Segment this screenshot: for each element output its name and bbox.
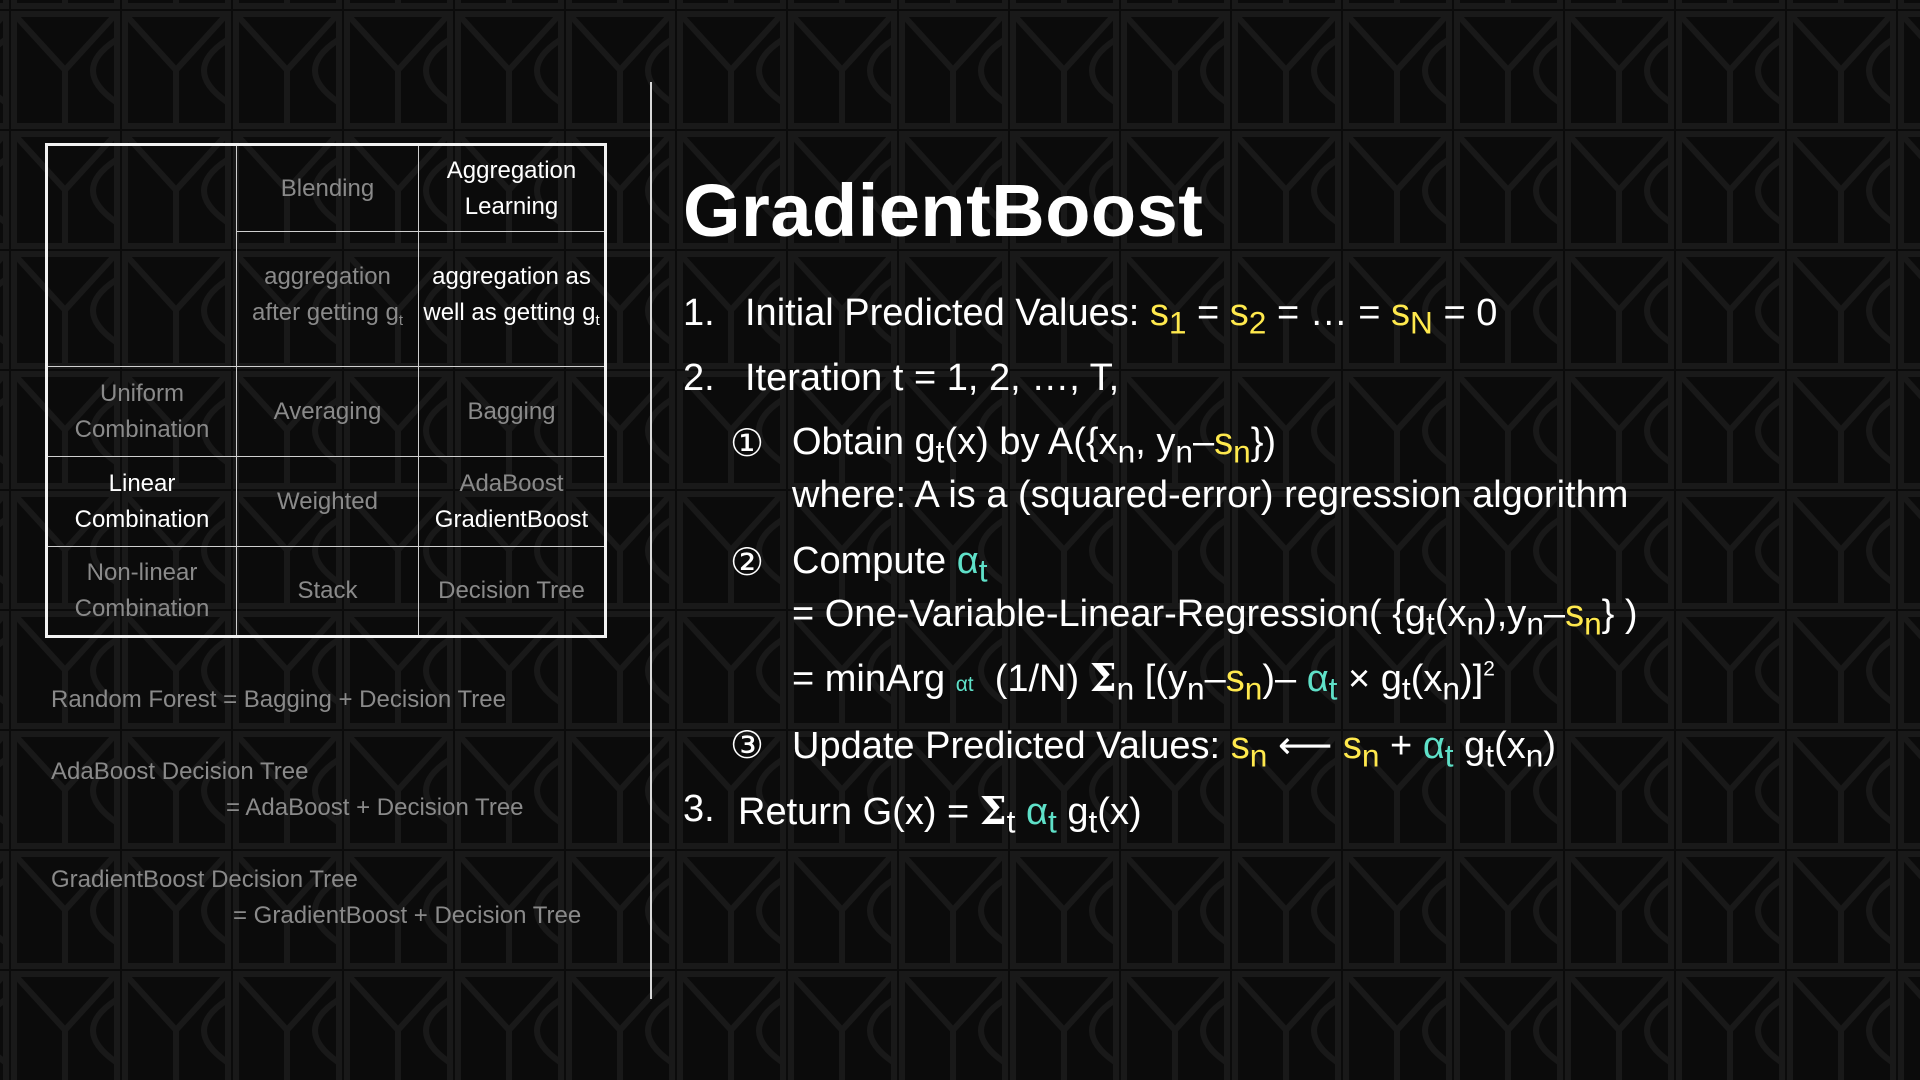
alpha-t: αt xyxy=(956,540,988,589)
substep-3-marker: ③ xyxy=(730,725,765,767)
table-corner-cell xyxy=(46,144,237,367)
update-formula: sn ⟵ sn + αt gt(xn) xyxy=(1230,725,1556,774)
col-sub-aggregation: aggregation as well as getting gt xyxy=(418,231,606,367)
substep-1-text: Obtain g xyxy=(792,421,936,463)
cell-adaboost: AdaBoost xyxy=(459,469,564,497)
step-3-number: 3. xyxy=(683,788,715,830)
minarg-text: = minArg xyxy=(792,658,946,700)
cell-bagging: Bagging xyxy=(418,366,606,457)
substep-2-marker: ② xyxy=(730,542,765,584)
cell-stack: Stack xyxy=(236,546,419,637)
cell-gradientboost: GradientBoost xyxy=(434,505,589,533)
step-1-formula: s1 = s2 = … = sN = 0 xyxy=(1149,292,1498,341)
cell-decision-tree: Decision Tree xyxy=(418,546,606,637)
substep-1-marker: ① xyxy=(730,423,765,465)
col-header-aggregation-learning: Aggregation Learning xyxy=(418,144,606,232)
step-2-text: Iteration t = 1, 2, …, T, xyxy=(745,357,1120,399)
col-sub-aggregation-subscript: t xyxy=(595,313,600,330)
substep-1-where: where: A is a (squared-error) regression… xyxy=(792,474,1629,516)
substep-2-text: Compute xyxy=(792,540,947,582)
step-3-text: Return G(x) = xyxy=(738,791,970,833)
cell-weighted: Weighted xyxy=(236,456,419,547)
col-sub-blending-subscript: t xyxy=(398,313,403,330)
step-1-content: Initial Predicted Values: s1 = s2 = … = … xyxy=(745,292,1497,342)
note-gradientboost-dt-title: GradientBoost Decision Tree xyxy=(51,866,358,893)
col-sub-blending-text: aggregation after getting g xyxy=(252,262,399,326)
row-label-linear: Linear Combination xyxy=(46,456,237,547)
step-3: Return G(x) = Σt αt gt(x) xyxy=(738,788,1142,840)
substep-3-text: Update Predicted Values: xyxy=(792,725,1221,767)
substep-2: Compute αt xyxy=(792,540,988,590)
cell-averaging: Averaging xyxy=(236,366,419,457)
slide-title: GradientBoost xyxy=(683,169,1204,252)
col-sub-aggregation-text: aggregation as well as getting g xyxy=(423,262,596,326)
substep-2-line3: = minArg αt (1/N) Σn [(yn–sn)– αt × gt(x… xyxy=(792,655,1495,707)
col-header-blending: Blending xyxy=(236,144,419,232)
note-adaboost-dt-title: AdaBoost Decision Tree xyxy=(51,758,309,785)
substep-1: Obtain gt(x) by A({xn, yn–sn}) xyxy=(792,421,1276,471)
col-sub-blending: aggregation after getting gt xyxy=(236,231,419,367)
cell-boost: AdaBoost GradientBoost xyxy=(418,456,606,547)
substep-2-line2: = One-Variable-Linear-Regression( {gt(xn… xyxy=(792,593,1638,642)
step-2-number: 2. xyxy=(683,357,715,399)
row-label-uniform: Uniform Combination xyxy=(46,366,237,457)
ovlr-text: = One-Variable-Linear-Regression( xyxy=(792,593,1382,635)
note-gradientboost-dt-formula: = GradientBoost + Decision Tree xyxy=(233,902,582,929)
vertical-divider xyxy=(650,82,652,999)
note-adaboost-dt-formula: = AdaBoost + Decision Tree xyxy=(226,794,524,821)
step-1: 1. xyxy=(683,292,715,335)
substep-3: Update Predicted Values: sn ⟵ sn + αt gt… xyxy=(792,723,1556,775)
aggregation-table: Blending Aggregation Learning aggregatio… xyxy=(45,143,607,638)
step-1-number: 1. xyxy=(683,292,715,334)
note-random-forest: Random Forest = Bagging + Decision Tree xyxy=(51,686,506,713)
substep-1-formula: t(x) by A({xn, yn–sn}) xyxy=(935,421,1277,470)
step-1-text: Initial Predicted Values: xyxy=(745,292,1140,334)
row-label-nonlinear: Non-linear Combination xyxy=(46,546,237,637)
